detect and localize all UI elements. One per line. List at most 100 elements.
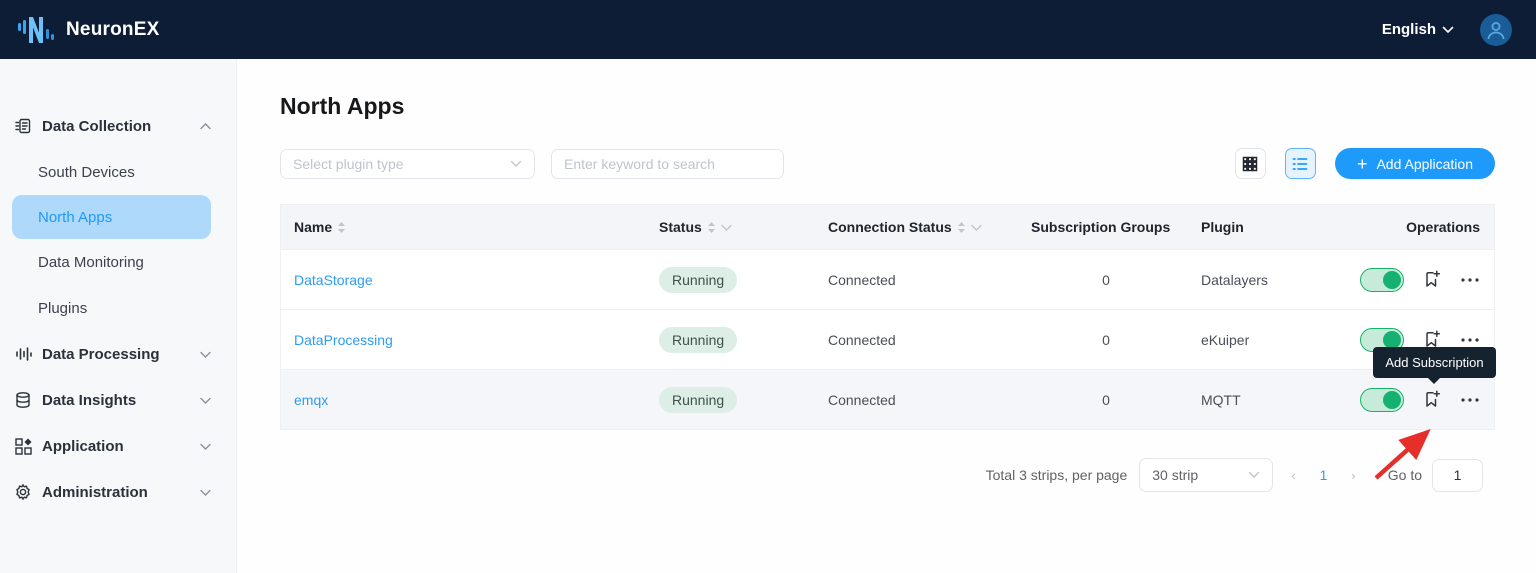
connection-status: Connected — [828, 272, 896, 288]
sidebar-item-application[interactable]: Application — [0, 423, 236, 469]
ellipsis-icon[interactable] — [1460, 337, 1480, 343]
sidebar-item-label: Data Collection — [42, 118, 200, 135]
sidebar-item-data-monitoring[interactable]: Data Monitoring — [0, 239, 236, 285]
goto-label: Go to — [1388, 467, 1422, 483]
add-application-button[interactable]: + Add Application — [1335, 148, 1495, 179]
page-title: North Apps — [280, 93, 1495, 120]
plugin-name: eKuiper — [1201, 332, 1249, 348]
goto-page-input[interactable] — [1432, 459, 1483, 492]
enable-toggle[interactable] — [1360, 268, 1404, 292]
brand: NeuronEX — [16, 13, 159, 47]
list-view-button[interactable] — [1285, 148, 1316, 179]
brand-name: NeuronEX — [66, 19, 159, 41]
north-apps-table: Name Status Connection Status — [280, 204, 1495, 430]
page-size-select[interactable]: 30 strip — [1139, 458, 1273, 492]
sidebar-item-data-insights[interactable]: Data Insights — [0, 377, 236, 423]
enable-toggle[interactable] — [1360, 388, 1404, 412]
connection-status: Connected — [828, 392, 896, 408]
next-page-button[interactable]: › — [1343, 468, 1363, 483]
add-subscription-tooltip: Add Subscription — [1373, 347, 1496, 378]
column-header-name[interactable]: Name — [281, 219, 651, 235]
chevron-down-icon — [200, 489, 211, 496]
app-name-link[interactable]: emqx — [294, 392, 328, 408]
chevron-up-icon — [200, 123, 211, 130]
sort-carets-icon[interactable] — [337, 221, 346, 234]
main-content: North Apps Select plugin type — [237, 59, 1536, 573]
ellipsis-icon[interactable] — [1460, 397, 1480, 403]
application-icon — [14, 437, 32, 455]
status-badge: Running — [659, 327, 737, 353]
card-view-icon — [1242, 156, 1258, 172]
top-header: NeuronEX English — [0, 0, 1536, 59]
pagination-total-text: Total 3 strips, per page — [986, 467, 1128, 483]
keyword-search-input[interactable] — [551, 149, 784, 179]
table-row: emqx Running Connected 0 MQTT — [281, 370, 1494, 430]
sidebar-item-administration[interactable]: Administration — [0, 469, 236, 515]
sidebar: Data Collection South Devices North Apps… — [0, 59, 237, 573]
sidebar-item-label: Data Monitoring — [38, 254, 144, 271]
sidebar-item-label: Data Insights — [42, 392, 200, 409]
sort-carets-icon[interactable] — [957, 221, 966, 234]
sidebar-item-label: Application — [42, 438, 200, 455]
column-header-operations: Operations — [1346, 219, 1494, 235]
sidebar-item-data-collection[interactable]: Data Collection — [0, 103, 236, 149]
plugin-type-placeholder: Select plugin type — [293, 156, 404, 172]
status-badge: Running — [659, 387, 737, 413]
list-view-icon — [1292, 157, 1308, 171]
status-badge: Running — [659, 267, 737, 293]
bookmark-plus-icon[interactable] — [1423, 390, 1441, 409]
plugin-name: Datalayers — [1201, 272, 1268, 288]
sidebar-item-north-apps[interactable]: North Apps — [12, 195, 211, 239]
sidebar-item-south-devices[interactable]: South Devices — [0, 149, 236, 195]
sidebar-item-plugins[interactable]: Plugins — [0, 285, 236, 331]
subscription-groups-count: 0 — [1031, 272, 1181, 288]
data-insights-icon — [14, 391, 32, 409]
table-header-row: Name Status Connection Status — [281, 205, 1494, 250]
add-application-label: Add Application — [1376, 156, 1473, 172]
prev-page-button[interactable]: ‹ — [1283, 468, 1303, 483]
chevron-down-icon — [200, 351, 211, 358]
app-name-link[interactable]: DataProcessing — [294, 332, 393, 348]
connection-status: Connected — [828, 332, 896, 348]
filter-chevron-icon[interactable] — [721, 224, 732, 231]
neuronex-logo-icon — [16, 13, 56, 47]
plugin-name: MQTT — [1201, 392, 1241, 408]
sidebar-item-data-processing[interactable]: Data Processing — [0, 331, 236, 377]
column-header-status[interactable]: Status — [651, 219, 821, 235]
app-name-link[interactable]: DataStorage — [294, 272, 373, 288]
user-avatar[interactable] — [1480, 14, 1512, 46]
column-header-subscription-groups: Subscription Groups — [1021, 219, 1191, 235]
sidebar-item-label: North Apps — [38, 209, 112, 226]
pagination: Total 3 strips, per page 30 strip ‹ 1 › … — [280, 458, 1483, 492]
plus-icon: + — [1357, 155, 1368, 173]
chevron-down-icon — [1248, 471, 1260, 479]
card-view-button[interactable] — [1235, 148, 1266, 179]
user-avatar-icon — [1485, 19, 1507, 41]
page-size-value: 30 strip — [1152, 467, 1198, 483]
chevron-down-icon — [1442, 26, 1454, 34]
ellipsis-icon[interactable] — [1460, 277, 1480, 283]
sidebar-item-label: Plugins — [38, 300, 87, 317]
table-row: DataStorage Running Connected 0 Datalaye… — [281, 250, 1494, 310]
plugin-type-select[interactable]: Select plugin type — [280, 149, 535, 179]
chevron-down-icon — [510, 160, 522, 168]
current-page[interactable]: 1 — [1314, 467, 1334, 483]
administration-gear-icon — [14, 483, 32, 501]
language-selector[interactable]: English — [1382, 21, 1454, 38]
data-collection-icon — [14, 117, 32, 135]
sidebar-item-label: South Devices — [38, 164, 135, 181]
column-header-plugin: Plugin — [1191, 219, 1346, 235]
sidebar-item-label: Administration — [42, 484, 200, 501]
table-row: DataProcessing Running Connected 0 eKuip… — [281, 310, 1494, 370]
filter-chevron-icon[interactable] — [971, 224, 982, 231]
chevron-down-icon — [200, 397, 211, 404]
bookmark-plus-icon[interactable] — [1423, 270, 1441, 289]
subscription-groups-count: 0 — [1031, 392, 1181, 408]
sort-carets-icon[interactable] — [707, 221, 716, 234]
chevron-down-icon — [200, 443, 211, 450]
sidebar-item-label: Data Processing — [42, 346, 200, 363]
data-processing-icon — [14, 345, 32, 363]
column-header-connection-status[interactable]: Connection Status — [821, 219, 1021, 235]
subscription-groups-count: 0 — [1031, 332, 1181, 348]
language-label: English — [1382, 21, 1436, 38]
